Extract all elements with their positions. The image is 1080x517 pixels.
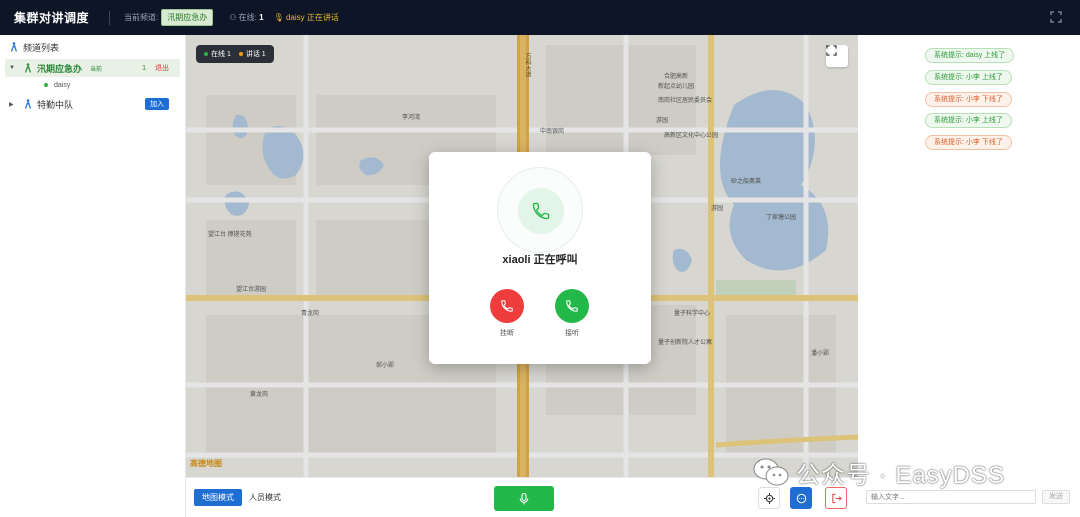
phone-answer-icon xyxy=(566,300,578,312)
member-name: daisy xyxy=(54,81,71,89)
top-bar: 集群对讲调度 当前频道: 汛期应急办 ⚇ 在线: 1 🎙 daisy 正在讲话 xyxy=(0,0,1080,35)
caret-right-icon[interactable]: ▶ xyxy=(9,101,17,108)
caller-text: xiaoli 正在呼叫 xyxy=(502,254,578,266)
map-fullscreen-button[interactable] xyxy=(826,45,848,67)
status-chip: 在线 1 讲话 1 xyxy=(196,45,274,63)
answer-button[interactable] xyxy=(555,289,589,323)
chat-bubble-icon xyxy=(796,493,806,503)
online-dot xyxy=(44,83,48,87)
notification-item: 系统提示: 小李 下线了 xyxy=(925,92,1012,107)
channel-list-title: 频道列表 xyxy=(23,42,60,53)
call-ring-inner xyxy=(518,188,564,234)
hangup-button[interactable] xyxy=(490,289,524,323)
online-label: 在线: xyxy=(238,13,257,22)
member-item[interactable]: daisy xyxy=(0,77,185,93)
logout-icon xyxy=(831,493,842,503)
app-title: 集群对讲调度 xyxy=(14,11,90,25)
current-channel-label: 当前频道: xyxy=(124,13,159,22)
amap-logo: 高德地图 xyxy=(190,459,222,468)
status-online: 在线 1 xyxy=(211,51,231,58)
users-icon: ⚇ xyxy=(229,13,237,22)
mic-icon: 🎙 xyxy=(273,13,284,22)
hangup-label: 挂断 xyxy=(500,330,514,337)
wechat-watermark: 公众号 · EasyDSS xyxy=(752,452,1005,492)
tab-people-mode[interactable]: 人员模式 xyxy=(249,489,281,506)
caret-down-icon[interactable]: ▼ xyxy=(9,65,17,71)
top-divider xyxy=(109,10,111,25)
fullscreen-icon[interactable] xyxy=(1050,11,1062,23)
tab-map-mode[interactable]: 地图模式 xyxy=(194,489,242,506)
message-panel: 系统提示: daisy 上线了 系统提示: 小李 上线了 系统提示: 小李 下线… xyxy=(858,35,1080,517)
speaking-indicator: 🎙 daisy 正在讲话 xyxy=(274,12,339,23)
channel-item-flood[interactable]: ▼ 汛期应急办 当前 1 退出 xyxy=(5,59,180,77)
notification-item: 系统提示: daisy 上线了 xyxy=(925,48,1015,63)
push-to-talk-button[interactable] xyxy=(494,486,554,511)
exit-channel-button[interactable]: 退出 xyxy=(155,63,169,73)
channel-list-header: 频道列表 xyxy=(0,35,185,59)
person-walk-icon xyxy=(10,42,18,52)
current-tag: 当前 xyxy=(90,66,103,73)
member-count: 1 xyxy=(142,64,146,72)
person-walk-icon xyxy=(24,99,32,109)
channel-name: 汛期应急办 xyxy=(37,63,83,74)
online-count: 1 xyxy=(259,13,264,22)
phone-hangup-icon xyxy=(501,300,513,312)
answer-label: 接听 xyxy=(565,330,579,337)
mic-icon xyxy=(519,492,529,504)
send-button[interactable]: 发送 xyxy=(1042,490,1070,504)
speaking-text: daisy 正在讲话 xyxy=(285,13,339,22)
channel-name: 特勤中队 xyxy=(37,99,74,110)
status-speaking: 讲话 1 xyxy=(245,51,266,58)
speaking-dot xyxy=(238,52,243,56)
fullscreen-icon xyxy=(826,45,837,56)
notification-item: 系统提示: 小李 下线了 xyxy=(925,135,1012,150)
notification-item: 系统提示: 小李 上线了 xyxy=(925,113,1012,128)
call-ring xyxy=(497,167,583,253)
wechat-icon xyxy=(753,458,789,486)
crosshair-icon xyxy=(763,492,775,504)
online-dot xyxy=(204,52,208,56)
message-input[interactable] xyxy=(866,490,1036,504)
join-channel-button[interactable]: 加入 xyxy=(145,98,169,110)
channel-item-special[interactable]: ▶ 特勤中队 加入 xyxy=(0,95,185,113)
phone-icon xyxy=(532,202,550,220)
online-indicator: ⚇ 在线: 1 xyxy=(229,12,263,23)
current-channel-tag: 汛期应急办 xyxy=(161,9,214,26)
person-walk-icon xyxy=(24,63,32,73)
watermark-text: 公众号 · EasyDSS xyxy=(796,461,1006,489)
channel-sidebar: 频道列表 ▼ 汛期应急办 当前 1 退出 daisy ▶ 特勤中队 加入 xyxy=(0,35,186,517)
incoming-call-dialog: xiaoli 正在呼叫 挂断 接听 xyxy=(429,152,651,364)
notification-item: 系统提示: 小李 上线了 xyxy=(925,70,1012,85)
